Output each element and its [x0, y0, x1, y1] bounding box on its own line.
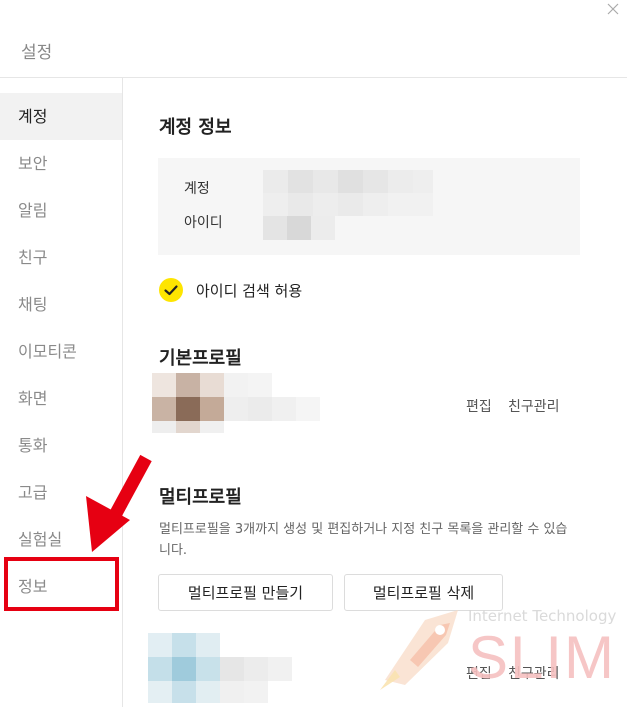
sidebar-item-display[interactable]: 화면	[0, 375, 122, 422]
sidebar-item-info[interactable]: 정보	[0, 563, 122, 610]
sidebar-item-chat[interactable]: 채팅	[0, 281, 122, 328]
rocket-icon	[380, 610, 458, 690]
settings-sidebar: 계정 보안 알림 친구 채팅 이모티콘 화면 통화 고급 실험실 정보	[0, 78, 123, 707]
basic-profile-edit-link[interactable]: 편집	[466, 396, 492, 416]
watermark-line2: SLIM	[468, 624, 617, 691]
id-search-label: 아이디 검색 허용	[196, 282, 303, 300]
basic-profile-title: 기본프로필	[159, 348, 242, 369]
watermark: Internet Technology SLIM	[370, 603, 620, 703]
id-label: 아이디	[184, 215, 223, 231]
sidebar-item-friends[interactable]: 친구	[0, 234, 122, 281]
account-info-title: 계정 정보	[159, 117, 232, 138]
sidebar-item-emoticons[interactable]: 이모티콘	[0, 328, 122, 375]
account-label: 계정	[184, 181, 210, 197]
check-icon[interactable]	[159, 278, 183, 302]
sidebar-item-advanced[interactable]: 고급	[0, 469, 122, 516]
multi-profile-title: 멀티프로필	[159, 487, 242, 508]
multi-profile-avatar	[148, 633, 292, 703]
close-icon[interactable]	[605, 1, 621, 17]
account-info-box: 계정 아이디	[158, 158, 580, 255]
sidebar-item-account[interactable]: 계정	[0, 93, 122, 140]
sidebar-item-labs[interactable]: 실험실	[0, 516, 122, 563]
multi-profile-description: 멀티프로필을 3개까지 생성 및 편집하거나 지정 친구 목록을 관리할 수 있…	[159, 522, 568, 558]
basic-profile-friends-link[interactable]: 친구관리	[508, 396, 560, 416]
window-title: 설정	[21, 43, 53, 63]
sidebar-item-notifications[interactable]: 알림	[0, 187, 122, 234]
id-value-redacted	[263, 216, 335, 240]
basic-profile-avatar	[152, 373, 320, 433]
account-value-redacted	[263, 170, 433, 216]
sidebar-item-calls[interactable]: 통화	[0, 422, 122, 469]
sidebar-item-security[interactable]: 보안	[0, 140, 122, 187]
create-multi-profile-button[interactable]: 멀티프로필 만들기	[158, 574, 333, 611]
